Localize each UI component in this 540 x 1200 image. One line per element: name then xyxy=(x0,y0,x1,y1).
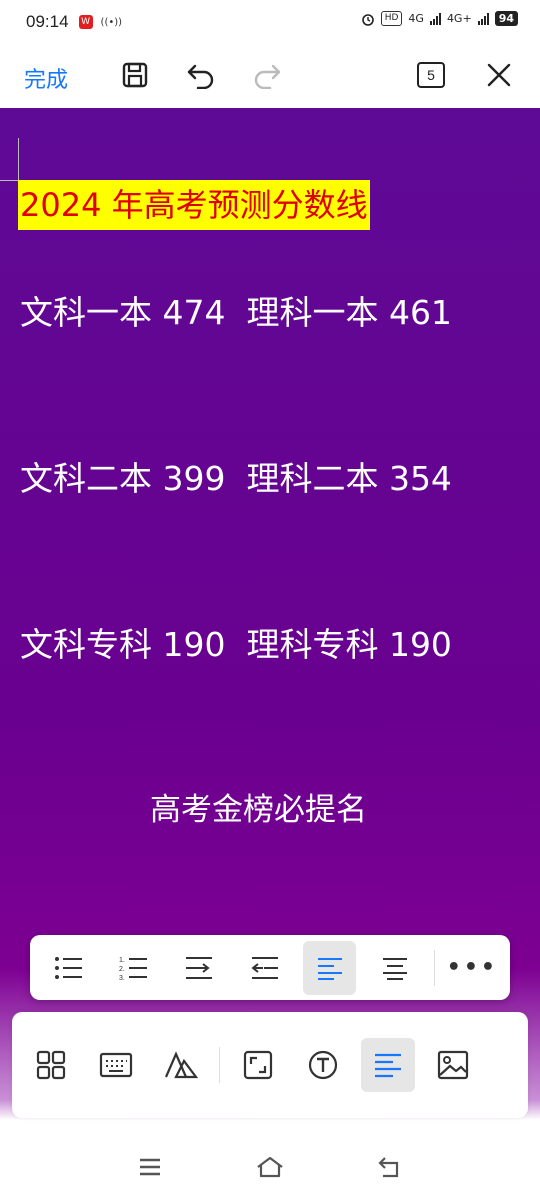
format-bar-divider xyxy=(433,949,435,986)
menu-icon[interactable] xyxy=(133,1150,167,1184)
alarm-icon xyxy=(361,12,375,26)
bullet-list-icon[interactable] xyxy=(42,941,95,995)
page-count-button[interactable]: 5 xyxy=(417,62,445,88)
network-4g-plus-label: 4G+ xyxy=(446,12,472,25)
score-line-2[interactable]: 文科二本 399 理科二本 354 xyxy=(20,452,452,500)
document-title[interactable]: 2024 年高考预测分数线 xyxy=(18,180,370,230)
status-time: 09:14 xyxy=(26,12,69,31)
text-style-icon[interactable] xyxy=(154,1038,208,1092)
text-cursor-guide xyxy=(0,180,18,181)
home-icon[interactable] xyxy=(253,1150,287,1184)
status-indicators: HD 4G 4G+ 94 xyxy=(361,11,518,26)
components-icon[interactable] xyxy=(24,1038,78,1092)
redo-icon[interactable] xyxy=(250,58,284,92)
image-icon[interactable] xyxy=(426,1038,480,1092)
app-notification-icon: W xyxy=(78,15,93,29)
tool-panel-divider xyxy=(219,1047,220,1083)
format-bar: 1. 2. 3. ••• xyxy=(30,935,510,1000)
undo-icon[interactable] xyxy=(184,58,218,92)
paragraph-align-icon[interactable] xyxy=(361,1038,415,1092)
numbered-list-icon[interactable]: 1. 2. 3. xyxy=(107,941,160,995)
slogan-text[interactable]: 高考金榜必提名 xyxy=(150,784,367,829)
indent-decrease-icon[interactable] xyxy=(238,941,291,995)
tool-panel xyxy=(12,1012,528,1118)
score-line-1[interactable]: 文科一本 474 理科一本 461 xyxy=(20,286,452,334)
status-bar: 09:14 W ((•)) HD 4G 4G+ 94 xyxy=(0,0,540,44)
indent-increase-icon[interactable] xyxy=(173,941,226,995)
close-icon[interactable] xyxy=(482,58,516,92)
network-4g-label: 4G xyxy=(408,12,424,25)
done-button[interactable]: 完成 xyxy=(24,62,68,94)
editor-toolbar: 完成 xyxy=(0,44,540,108)
navigation-bar xyxy=(0,1130,540,1200)
save-icon[interactable] xyxy=(118,58,152,92)
svg-text:3.: 3. xyxy=(119,975,125,981)
nfc-icon: ((•)) xyxy=(100,16,123,28)
text-cursor xyxy=(18,138,19,184)
back-icon[interactable] xyxy=(373,1150,407,1184)
align-left-icon[interactable] xyxy=(303,940,357,995)
battery-icon: 94 xyxy=(494,11,518,26)
svg-text:2.: 2. xyxy=(119,966,125,973)
signal-icon-2 xyxy=(477,12,489,25)
more-icon[interactable]: ••• xyxy=(447,955,498,980)
svg-text:1.: 1. xyxy=(119,957,125,964)
align-center-icon[interactable] xyxy=(368,941,421,995)
signal-icon xyxy=(429,12,441,25)
resize-icon[interactable] xyxy=(231,1038,285,1092)
text-box-icon[interactable] xyxy=(296,1038,350,1092)
score-line-3[interactable]: 文科专科 190 理科专科 190 xyxy=(20,618,452,666)
hd-badge: HD xyxy=(380,11,403,26)
keyboard-icon[interactable] xyxy=(89,1038,143,1092)
